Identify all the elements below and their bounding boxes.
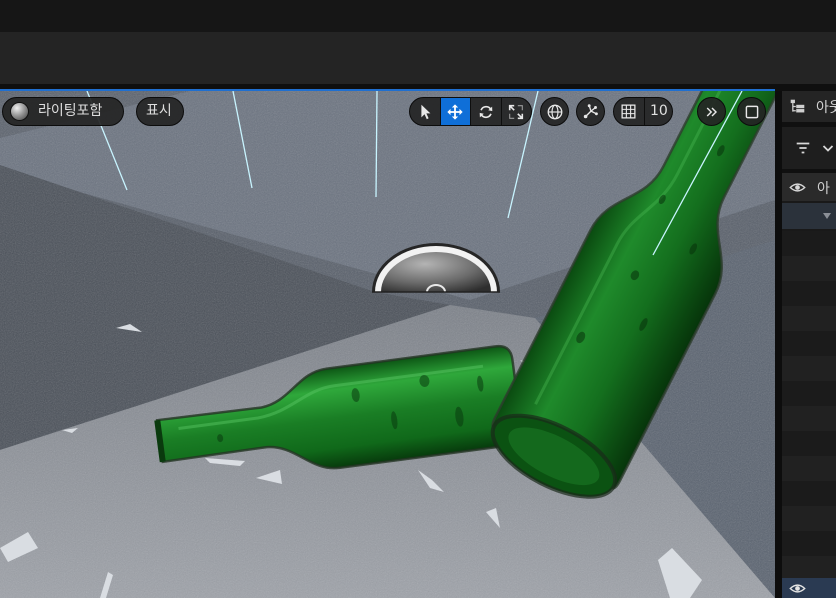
surface-snap-icon [583,103,598,118]
show-menu-button[interactable]: 표시 [136,97,184,126]
triangle-down-icon[interactable] [822,211,832,221]
eye-icon[interactable] [789,580,806,597]
outliner-title: 아웃 [816,100,836,116]
rotate-tool-button[interactable] [471,98,502,125]
level-viewport[interactable]: 라이팅포함 표시 10 [0,91,775,598]
grid-icon[interactable] [620,103,637,120]
translate-tool-button[interactable] [440,98,471,125]
viewport-scene[interactable] [0,91,775,598]
grid-snap-control[interactable]: 10 [613,97,673,126]
main-toolbar [0,32,836,84]
move-icon [447,103,463,120]
maximize-icon [745,105,758,118]
lighting-mode-label: 라이팅포함 [38,103,103,119]
surface-snap-button[interactable] [576,97,605,126]
outliner-row[interactable] [782,203,836,229]
toolbar-overflow-button[interactable] [697,97,726,126]
grid-snap-divider [644,98,645,125]
double-chevron-right-icon [706,106,717,117]
select-tool-button[interactable] [410,98,441,125]
item-label-column[interactable]: 아 [817,178,830,198]
coordinate-space-button[interactable] [540,97,569,126]
outliner-filter-bar [782,127,836,169]
outliner-tab[interactable]: 아웃 [782,91,836,122]
lighting-mode-button[interactable]: 라이팅포함 [2,97,124,126]
cursor-icon [421,104,431,119]
outliner-panel: 아웃 아 [782,91,836,598]
chevron-down-icon[interactable] [822,142,834,154]
scale-tool-button[interactable] [502,98,532,125]
scale-icon [509,104,524,119]
show-menu-label: 표시 [146,103,172,119]
outliner-icon [790,99,805,113]
maximize-viewport-button[interactable] [737,97,766,126]
filter-icon[interactable] [794,139,812,157]
eye-icon[interactable] [789,179,806,196]
outliner-rows-area[interactable] [782,231,836,578]
outliner-row[interactable] [782,578,836,598]
globe-icon [547,104,562,119]
title-bar [0,0,836,32]
outliner-column-header: 아 [782,173,836,201]
grid-snap-value[interactable]: 10 [650,98,668,125]
rotate-icon [479,105,493,118]
lit-sphere-icon [11,103,28,120]
panel-splitter[interactable] [775,91,782,598]
transform-tools-group [409,97,532,126]
